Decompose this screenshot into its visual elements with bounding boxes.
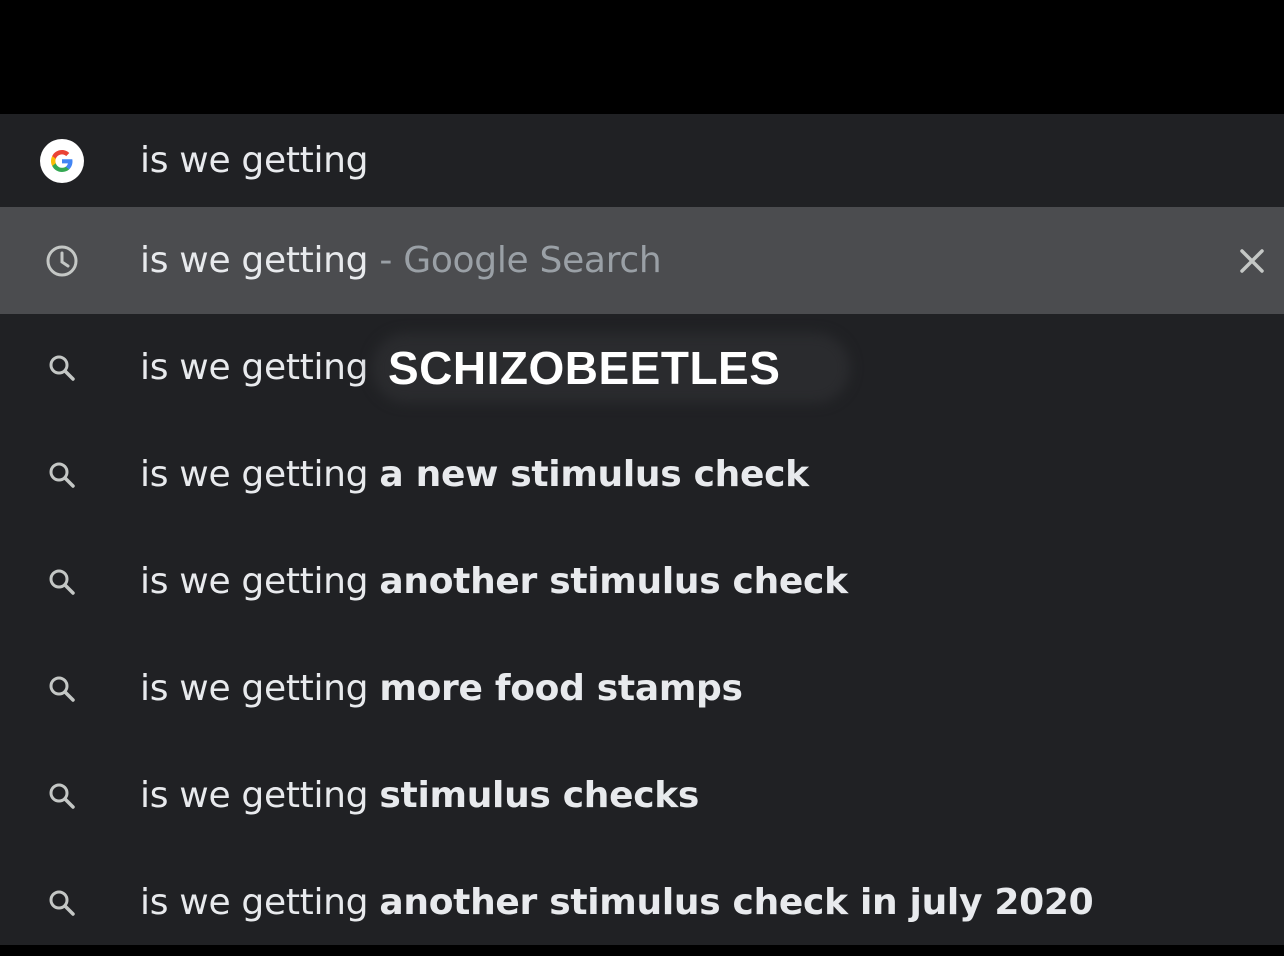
suggestion-text: is we getting [140,347,369,388]
search-icon [38,451,86,499]
suggestion-prefix: is we getting [140,240,369,281]
omnibox-dropdown: is we getting is we getting - Google Sea… [0,114,1284,945]
suggestion-row[interactable]: is we getting another stimulus check in … [0,849,1284,956]
suggestion-prefix: is we getting [140,668,369,709]
overlay-caption: SCHIZOBEETLES [388,341,781,394]
suggestion-row[interactable]: is we getting more food stamps [0,635,1284,742]
search-icon [38,344,86,392]
suggestion-row-history[interactable]: is we getting - Google Search [0,207,1284,314]
suggestion-prefix: is we getting [140,347,369,388]
suggestion-row[interactable]: is we getting SCHIZOBEETLES [0,314,1284,421]
suggestion-completion: another stimulus check in july 2020 [379,882,1094,923]
suggestion-completion: a new stimulus check [379,454,809,495]
suggestion-text: is we getting another stimulus check in … [140,882,1094,923]
omnibox-input-row[interactable]: is we getting [0,114,1284,207]
suggestion-prefix: is we getting [140,775,369,816]
suggestion-source: Google Search [403,240,662,281]
suggestion-text: is we getting a new stimulus check [140,454,809,495]
suggestion-prefix: is we getting [140,561,369,602]
suggestion-completion: more food stamps [379,668,743,709]
suggestion-row[interactable]: is we getting a new stimulus check [0,421,1284,528]
suggestion-separator: - [368,240,404,281]
search-icon [38,558,86,606]
remove-suggestion-button[interactable] [1232,241,1272,281]
search-icon [38,772,86,820]
suggestion-text: is we getting - Google Search [140,240,662,281]
suggestion-completion: stimulus checks [379,775,700,816]
close-icon [1240,248,1264,273]
omnibox-query-text[interactable]: is we getting [140,140,369,181]
search-icon [38,879,86,927]
search-icon [38,665,86,713]
suggestion-prefix: is we getting [140,454,369,495]
top-black-band [0,0,1284,114]
suggestion-text: is we getting stimulus checks [140,775,699,816]
suggestion-text: is we getting more food stamps [140,668,743,709]
suggestion-text: is we getting another stimulus check [140,561,848,602]
history-clock-icon [38,237,86,285]
suggestion-completion: another stimulus check [379,561,848,602]
suggestion-row[interactable]: is we getting another stimulus check [0,528,1284,635]
suggestion-row[interactable]: is we getting stimulus checks [0,742,1284,849]
suggestion-prefix: is we getting [140,882,369,923]
google-g-icon [38,137,86,185]
